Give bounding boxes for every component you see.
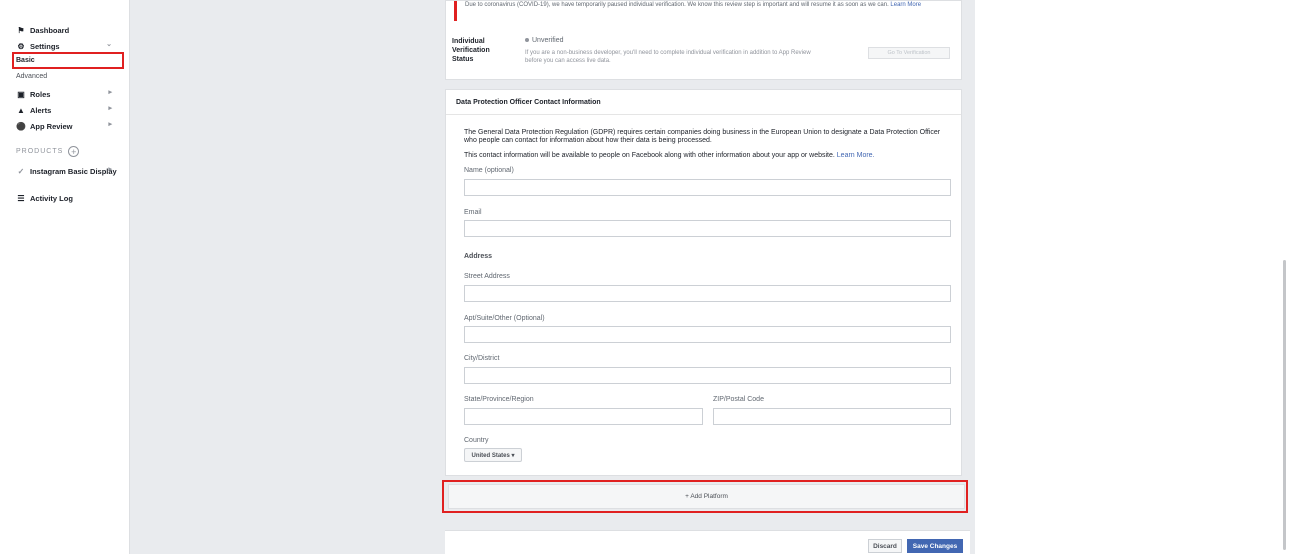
- chevron-right-icon: ▸: [108, 105, 112, 112]
- go-to-verification-button[interactable]: Go To Verification: [868, 47, 950, 59]
- state-field[interactable]: [464, 408, 703, 425]
- sidebar-item-label: Roles: [30, 89, 51, 99]
- sidebar-item-label: App Review: [30, 121, 73, 131]
- sidebar: ⚑ Dashboard ⚙ Settings ⌄ Basic Advanced …: [0, 0, 130, 554]
- apt-field[interactable]: [464, 326, 951, 343]
- apt-label: Apt/Suite/Other (Optional): [464, 315, 545, 322]
- sidebar-item-settings[interactable]: ⚙ Settings ⌄: [16, 40, 122, 52]
- city-label: City/District: [464, 355, 500, 362]
- country-label: Country: [464, 437, 489, 444]
- gear-icon: ⚙: [17, 41, 25, 51]
- verification-status: Unverified: [525, 37, 564, 44]
- chevron-down-icon: ⌄: [106, 41, 112, 48]
- sidebar-item-label: Dashboard: [30, 25, 70, 35]
- sidebar-item-label: Settings: [30, 41, 60, 51]
- chevron-right-icon: ▸: [108, 89, 112, 96]
- country-select[interactable]: United States ▾: [464, 448, 522, 462]
- sidebar-item-label: Alerts: [30, 105, 52, 115]
- status-dot-icon: [525, 38, 529, 43]
- state-label: State/Province/Region: [464, 396, 534, 403]
- street-label: Street Address: [464, 273, 510, 280]
- sidebar-item-instagram[interactable]: ✓ Instagram Basic Display ▸: [16, 165, 122, 177]
- products-heading-label: PRODUCTS: [16, 148, 64, 155]
- bell-icon: ▲: [17, 105, 25, 115]
- sidebar-item-dashboard[interactable]: ⚑ Dashboard: [16, 24, 69, 36]
- verification-card: Due to coronavirus (COVID-19), we have t…: [445, 0, 962, 80]
- scrollbar-track[interactable]: [1280, 0, 1292, 554]
- discard-button[interactable]: Discard: [868, 539, 902, 553]
- city-field[interactable]: [464, 367, 951, 384]
- name-label: Name (optional): [464, 167, 514, 174]
- sidebar-item-advanced[interactable]: Advanced: [16, 73, 47, 80]
- highlight-box-add-platform: [442, 480, 968, 513]
- sidebar-item-roles[interactable]: ▣ Roles ▸: [16, 88, 122, 100]
- sidebar-item-label: Instagram Basic Display: [30, 166, 117, 176]
- zip-label: ZIP/Postal Code: [713, 396, 764, 403]
- sidebar-item-label: Activity Log: [30, 193, 73, 203]
- notice-learn-more-link[interactable]: Learn More: [890, 2, 921, 8]
- dashboard-icon: ⚑: [17, 25, 25, 35]
- add-product-icon[interactable]: +: [68, 146, 80, 157]
- dpo-learn-more-link[interactable]: Learn More.: [837, 152, 875, 159]
- email-label: Email: [464, 209, 482, 216]
- address-heading: Address: [464, 253, 493, 260]
- save-changes-button[interactable]: Save Changes: [907, 539, 963, 553]
- verification-description: If you are a non-business developer, you…: [525, 50, 811, 64]
- list-icon: ☰: [17, 193, 25, 203]
- chevron-right-icon: ▸: [108, 121, 112, 128]
- roles-icon: ▣: [17, 89, 25, 99]
- dpo-description-2-text: This contact information will be availab…: [464, 152, 835, 159]
- email-field[interactable]: [464, 220, 951, 237]
- products-heading: PRODUCTS +: [16, 146, 80, 157]
- divider: [446, 114, 961, 115]
- status-value: Unverified: [532, 37, 564, 44]
- sidebar-item-alerts[interactable]: ▲ Alerts ▸: [16, 104, 122, 116]
- notice-text: Due to coronavirus (COVID-19), we have t…: [465, 2, 889, 8]
- check-circle-icon: ✓: [17, 166, 25, 176]
- zip-field[interactable]: [713, 408, 951, 425]
- dpo-card: Data Protection Officer Contact Informat…: [445, 89, 962, 476]
- chevron-right-icon: ▸: [108, 166, 112, 173]
- shield-icon: ⚫: [16, 121, 26, 131]
- dpo-description: The General Data Protection Regulation (…: [464, 129, 941, 144]
- street-address-field[interactable]: [464, 285, 951, 302]
- right-background: [975, 0, 1292, 554]
- dpo-description-2: This contact information will be availab…: [464, 152, 954, 159]
- dpo-title: Data Protection Officer Contact Informat…: [456, 99, 601, 106]
- scrollbar-thumb[interactable]: [1283, 260, 1286, 550]
- name-field[interactable]: [464, 179, 951, 196]
- sidebar-item-app-review[interactable]: ⚫ App Review ▸: [16, 120, 122, 132]
- highlight-box-basic: [12, 52, 124, 69]
- sidebar-item-activity-log[interactable]: ☰ Activity Log: [16, 192, 73, 204]
- verification-notice: Due to coronavirus (COVID-19), we have t…: [454, 1, 954, 21]
- verification-status-label: Individual Verification Status: [452, 38, 490, 63]
